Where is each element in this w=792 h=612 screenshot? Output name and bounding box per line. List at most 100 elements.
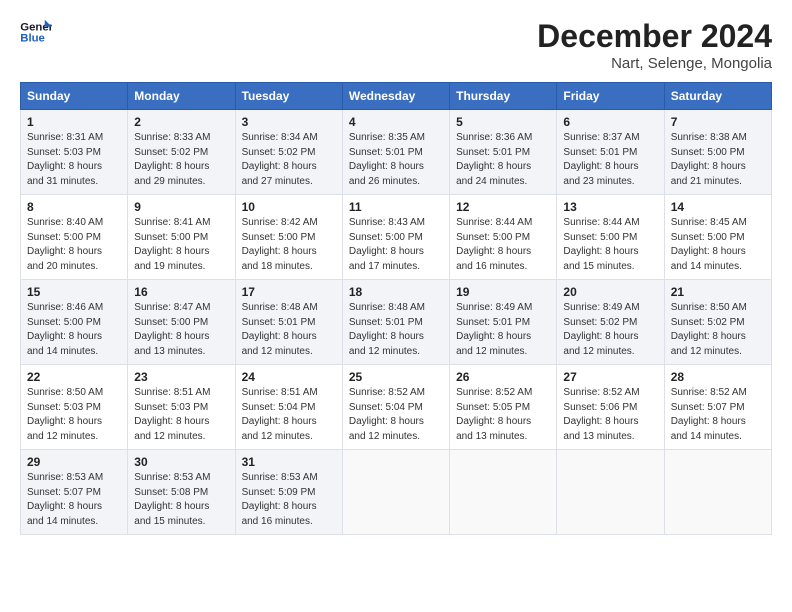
day-number: 15 <box>27 285 121 299</box>
col-header-sunday: Sunday <box>21 83 128 110</box>
col-header-thursday: Thursday <box>450 83 557 110</box>
calendar-cell: 25 Sunrise: 8:52 AMSunset: 5:04 PMDayligh… <box>342 365 449 450</box>
calendar-cell <box>342 450 449 535</box>
day-info: Sunrise: 8:37 AMSunset: 5:01 PMDaylight:… <box>563 131 657 189</box>
day-info: Sunrise: 8:31 AMSunset: 5:03 PMDaylight:… <box>27 131 121 189</box>
week-row-2: 8 Sunrise: 8:40 AMSunset: 5:00 PMDaylight… <box>21 195 772 280</box>
day-info: Sunrise: 8:40 AMSunset: 5:00 PMDaylight:… <box>27 216 121 274</box>
day-info: Sunrise: 8:50 AMSunset: 5:03 PMDaylight:… <box>27 386 121 444</box>
day-number: 9 <box>134 200 228 214</box>
day-info: Sunrise: 8:46 AMSunset: 5:00 PMDaylight:… <box>27 301 121 359</box>
subtitle: Nart, Selenge, Mongolia <box>537 55 772 72</box>
day-number: 12 <box>456 200 550 214</box>
calendar-cell: 26 Sunrise: 8:52 AMSunset: 5:05 PMDayligh… <box>450 365 557 450</box>
calendar-cell: 17 Sunrise: 8:48 AMSunset: 5:01 PMDayligh… <box>235 280 342 365</box>
week-row-3: 15 Sunrise: 8:46 AMSunset: 5:00 PMDayligh… <box>21 280 772 365</box>
week-row-1: 1Sunrise: 8:31 AMSunset: 5:03 PMDaylight… <box>21 110 772 195</box>
calendar-cell: 6 Sunrise: 8:37 AMSunset: 5:01 PMDaylight… <box>557 110 664 195</box>
calendar-cell: 24Sunrise: 8:51 AMSunset: 5:04 PMDayligh… <box>235 365 342 450</box>
day-info: Sunrise: 8:53 AMSunset: 5:08 PMDaylight:… <box>134 471 228 529</box>
calendar-table: SundayMondayTuesdayWednesdayThursdayFrid… <box>20 82 772 535</box>
calendar-cell: 20 Sunrise: 8:49 AMSunset: 5:02 PMDayligh… <box>557 280 664 365</box>
calendar-cell: 5 Sunrise: 8:36 AMSunset: 5:01 PMDaylight… <box>450 110 557 195</box>
day-info: Sunrise: 8:49 AMSunset: 5:02 PMDaylight:… <box>563 301 657 359</box>
day-info: Sunrise: 8:52 AMSunset: 5:05 PMDaylight:… <box>456 386 550 444</box>
calendar-cell: 13 Sunrise: 8:44 AMSunset: 5:00 PMDayligh… <box>557 195 664 280</box>
day-number: 16 <box>134 285 228 299</box>
calendar-cell: 18Sunrise: 8:48 AMSunset: 5:01 PMDayligh… <box>342 280 449 365</box>
header-row: SundayMondayTuesdayWednesdayThursdayFrid… <box>21 83 772 110</box>
main-title: December 2024 <box>537 18 772 55</box>
day-info: Sunrise: 8:36 AMSunset: 5:01 PMDaylight:… <box>456 131 550 189</box>
week-row-4: 22 Sunrise: 8:50 AMSunset: 5:03 PMDayligh… <box>21 365 772 450</box>
week-row-5: 29 Sunrise: 8:53 AMSunset: 5:07 PMDayligh… <box>21 450 772 535</box>
day-number: 13 <box>563 200 657 214</box>
day-number: 10 <box>242 200 336 214</box>
calendar-body: 1Sunrise: 8:31 AMSunset: 5:03 PMDaylight… <box>21 110 772 535</box>
day-number: 17 <box>242 285 336 299</box>
day-info: Sunrise: 8:53 AMSunset: 5:09 PMDaylight:… <box>242 471 336 529</box>
day-info: Sunrise: 8:41 AMSunset: 5:00 PMDaylight:… <box>134 216 228 274</box>
day-info: Sunrise: 8:52 AMSunset: 5:06 PMDaylight:… <box>563 386 657 444</box>
day-info: Sunrise: 8:49 AMSunset: 5:01 PMDaylight:… <box>456 301 550 359</box>
calendar-cell: 27 Sunrise: 8:52 AMSunset: 5:06 PMDayligh… <box>557 365 664 450</box>
calendar-cell: 12Sunrise: 8:44 AMSunset: 5:00 PMDayligh… <box>450 195 557 280</box>
svg-text:Blue: Blue <box>20 33 45 45</box>
logo-icon: General Blue <box>20 18 52 46</box>
calendar-cell: 11 Sunrise: 8:43 AMSunset: 5:00 PMDayligh… <box>342 195 449 280</box>
calendar-cell: 22 Sunrise: 8:50 AMSunset: 5:03 PMDayligh… <box>21 365 128 450</box>
day-number: 30 <box>134 455 228 469</box>
day-info: Sunrise: 8:45 AMSunset: 5:00 PMDaylight:… <box>671 216 765 274</box>
day-number: 3 <box>242 115 336 129</box>
day-number: 6 <box>563 115 657 129</box>
header: General Blue December 2024 Nart, Selenge… <box>20 18 772 72</box>
calendar-cell: 28 Sunrise: 8:52 AMSunset: 5:07 PMDayligh… <box>664 365 771 450</box>
day-number: 18 <box>349 285 443 299</box>
day-number: 5 <box>456 115 550 129</box>
day-number: 11 <box>349 200 443 214</box>
day-info: Sunrise: 8:33 AMSunset: 5:02 PMDaylight:… <box>134 131 228 189</box>
day-info: Sunrise: 8:43 AMSunset: 5:00 PMDaylight:… <box>349 216 443 274</box>
calendar-cell: 7 Sunrise: 8:38 AMSunset: 5:00 PMDaylight… <box>664 110 771 195</box>
day-number: 26 <box>456 370 550 384</box>
calendar-cell: 14Sunrise: 8:45 AMSunset: 5:00 PMDayligh… <box>664 195 771 280</box>
col-header-saturday: Saturday <box>664 83 771 110</box>
day-info: Sunrise: 8:51 AMSunset: 5:04 PMDaylight:… <box>242 386 336 444</box>
day-number: 22 <box>27 370 121 384</box>
day-info: Sunrise: 8:52 AMSunset: 5:04 PMDaylight:… <box>349 386 443 444</box>
calendar-cell: 21Sunrise: 8:50 AMSunset: 5:02 PMDayligh… <box>664 280 771 365</box>
day-number: 20 <box>563 285 657 299</box>
day-info: Sunrise: 8:52 AMSunset: 5:07 PMDaylight:… <box>671 386 765 444</box>
day-info: Sunrise: 8:44 AMSunset: 5:00 PMDaylight:… <box>563 216 657 274</box>
day-number: 27 <box>563 370 657 384</box>
title-block: December 2024 Nart, Selenge, Mongolia <box>537 18 772 72</box>
day-number: 21 <box>671 285 765 299</box>
calendar-cell: 2Sunrise: 8:33 AMSunset: 5:02 PMDaylight… <box>128 110 235 195</box>
day-info: Sunrise: 8:38 AMSunset: 5:00 PMDaylight:… <box>671 131 765 189</box>
col-header-monday: Monday <box>128 83 235 110</box>
calendar-cell: 10 Sunrise: 8:42 AMSunset: 5:00 PMDayligh… <box>235 195 342 280</box>
day-number: 25 <box>349 370 443 384</box>
day-number: 7 <box>671 115 765 129</box>
day-number: 8 <box>27 200 121 214</box>
day-number: 19 <box>456 285 550 299</box>
day-info: Sunrise: 8:42 AMSunset: 5:00 PMDaylight:… <box>242 216 336 274</box>
day-info: Sunrise: 8:48 AMSunset: 5:01 PMDaylight:… <box>242 301 336 359</box>
day-info: Sunrise: 8:35 AMSunset: 5:01 PMDaylight:… <box>349 131 443 189</box>
calendar-cell: 4Sunrise: 8:35 AMSunset: 5:01 PMDaylight… <box>342 110 449 195</box>
day-info: Sunrise: 8:47 AMSunset: 5:00 PMDaylight:… <box>134 301 228 359</box>
day-info: Sunrise: 8:53 AMSunset: 5:07 PMDaylight:… <box>27 471 121 529</box>
calendar-cell: 19 Sunrise: 8:49 AMSunset: 5:01 PMDayligh… <box>450 280 557 365</box>
day-number: 29 <box>27 455 121 469</box>
calendar-cell: 9 Sunrise: 8:41 AMSunset: 5:00 PMDaylight… <box>128 195 235 280</box>
logo: General Blue <box>20 18 52 46</box>
day-number: 28 <box>671 370 765 384</box>
calendar-cell: 16 Sunrise: 8:47 AMSunset: 5:00 PMDayligh… <box>128 280 235 365</box>
calendar-cell <box>557 450 664 535</box>
day-number: 31 <box>242 455 336 469</box>
day-number: 23 <box>134 370 228 384</box>
calendar-cell: 3Sunrise: 8:34 AMSunset: 5:02 PMDaylight… <box>235 110 342 195</box>
calendar-cell: 30 Sunrise: 8:53 AMSunset: 5:08 PMDayligh… <box>128 450 235 535</box>
calendar-cell <box>450 450 557 535</box>
calendar-cell: 15 Sunrise: 8:46 AMSunset: 5:00 PMDayligh… <box>21 280 128 365</box>
